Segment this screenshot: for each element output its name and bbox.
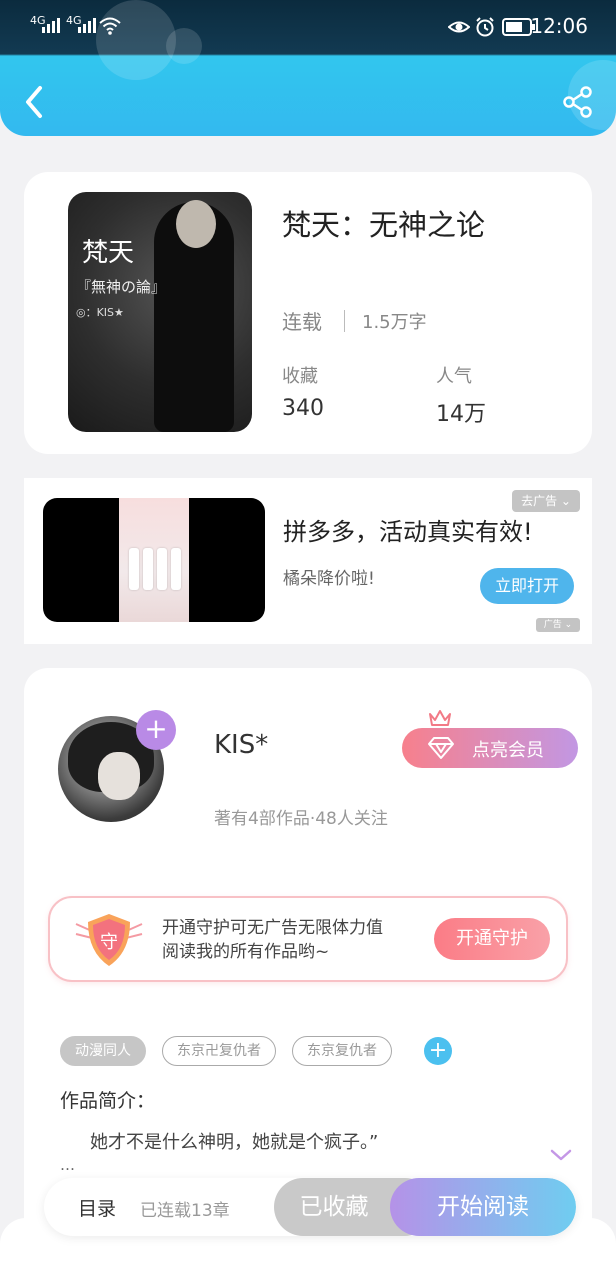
product-bottle xyxy=(171,548,181,590)
open-guard-button[interactable]: 开通守护 xyxy=(434,918,550,960)
add-tag-button[interactable]: + xyxy=(424,1037,452,1065)
shield-char: 守 xyxy=(100,932,118,953)
crown-icon xyxy=(429,710,451,726)
expand-intro-button[interactable] xyxy=(550,1148,572,1162)
cover-title: 梵天 xyxy=(82,238,135,268)
book-status: 连载 xyxy=(282,310,322,334)
start-reading-button[interactable]: 开始阅读 xyxy=(390,1178,576,1236)
ad-image[interactable] xyxy=(43,498,265,622)
vip-button[interactable]: 点亮会员 xyxy=(402,728,578,768)
guard-text-line2: 阅读我的所有作品哟~ xyxy=(162,942,330,962)
ad-title: 拼多多，活动真实有效! xyxy=(283,518,533,546)
ad-open-button[interactable]: 立即打开 xyxy=(480,568,574,604)
chapter-count: 已连载13章 xyxy=(140,1201,230,1221)
chevron-down-icon xyxy=(550,1149,572,1161)
tag-item[interactable]: 东京复仇者 xyxy=(292,1036,392,1066)
catalog-button[interactable]: 目录 xyxy=(78,1194,116,1221)
signal-icon xyxy=(42,18,60,33)
collected-button-label: 已收藏 xyxy=(299,1194,369,1220)
book-word-count: 1.5万字 xyxy=(362,312,427,333)
stat-value-popularity: 14万 xyxy=(436,402,486,427)
eye-icon xyxy=(448,21,470,33)
stat-value-favorites: 340 xyxy=(282,396,324,421)
stat-label-favorites: 收藏 xyxy=(282,366,318,387)
guard-banner[interactable]: 守 开通守护可无广告无限体力值 阅读我的所有作品哟~ 开通守护 xyxy=(48,896,568,982)
intro-text: 她才不是什么神明，她就是个疯子。” xyxy=(90,1132,379,1153)
alarm-icon xyxy=(476,17,494,37)
divider xyxy=(344,310,345,332)
diamond-icon xyxy=(428,737,454,759)
author-stats: 著有4部作品·48人关注 xyxy=(214,809,388,829)
signal-icon xyxy=(78,18,96,33)
wifi-icon xyxy=(99,17,121,35)
ad-label: 广告 ⌄ xyxy=(536,618,580,632)
vip-button-label: 点亮会员 xyxy=(472,740,544,761)
avatar-face xyxy=(98,752,140,800)
stat-label-popularity: 人气 xyxy=(436,366,472,387)
back-button[interactable] xyxy=(20,84,48,120)
tag-item[interactable]: 动漫同人 xyxy=(60,1036,146,1066)
cover-figure-head xyxy=(176,200,216,248)
ad-banner[interactable]: 拼多多，活动真实有效! 橘朵降价啦! 立即打开 去广告 ⌄ 广告 ⌄ xyxy=(24,478,592,644)
cover-subtitle: 『無神の論』 xyxy=(76,278,167,296)
intro-ellipsis: … xyxy=(60,1156,75,1174)
guard-text-line1: 开通守护可无广告无限体力值 xyxy=(162,918,383,938)
ad-poster xyxy=(119,498,189,622)
author-name: KIS* xyxy=(214,730,269,760)
follow-button[interactable]: + xyxy=(136,710,176,750)
intro-label: 作品简介： xyxy=(60,1090,156,1112)
clock: 12:06 xyxy=(530,14,588,38)
product-bottle xyxy=(129,548,139,590)
status-bar: 4G 4G 12:06 xyxy=(0,0,616,54)
ad-subtitle: 橘朵降价啦! xyxy=(283,569,375,589)
book-title: 梵天：无神之论 xyxy=(282,208,486,242)
product-bottle xyxy=(143,548,153,590)
guard-text: 开通守护可无广告无限体力值 阅读我的所有作品哟~ xyxy=(162,916,383,964)
product-bottle xyxy=(157,548,167,590)
shield-icon: 守 xyxy=(75,914,143,966)
book-cover[interactable]: 梵天 『無神の論』 ◎：KIS★ xyxy=(68,192,252,432)
bottom-action-bar: 目录 已连载13章 已收藏 开始阅读 xyxy=(44,1178,576,1236)
plus-icon: + xyxy=(144,712,168,745)
share-button[interactable] xyxy=(562,86,594,118)
header: 4G 4G 12:06 xyxy=(0,0,616,136)
tag-item[interactable]: 东京卍复仇者 xyxy=(162,1036,276,1066)
cover-author: ◎：KIS★ xyxy=(76,306,124,319)
chevron-left-icon xyxy=(26,86,42,118)
share-icon xyxy=(563,86,592,118)
tag-list: 动漫同人 东京卍复仇者 东京复仇者 + xyxy=(60,1036,452,1066)
book-info-card: 梵天 『無神の論』 ◎：KIS★ 梵天：无神之论 连载 1.5万字 收藏 340… xyxy=(24,172,592,454)
book-detail-page: 4G 4G 12:06 梵天 『無神の論』 ◎：KIS★ 梵天：无神之论 连载 … xyxy=(0,0,616,1280)
remove-ad-button[interactable]: 去广告 ⌄ xyxy=(512,490,580,512)
